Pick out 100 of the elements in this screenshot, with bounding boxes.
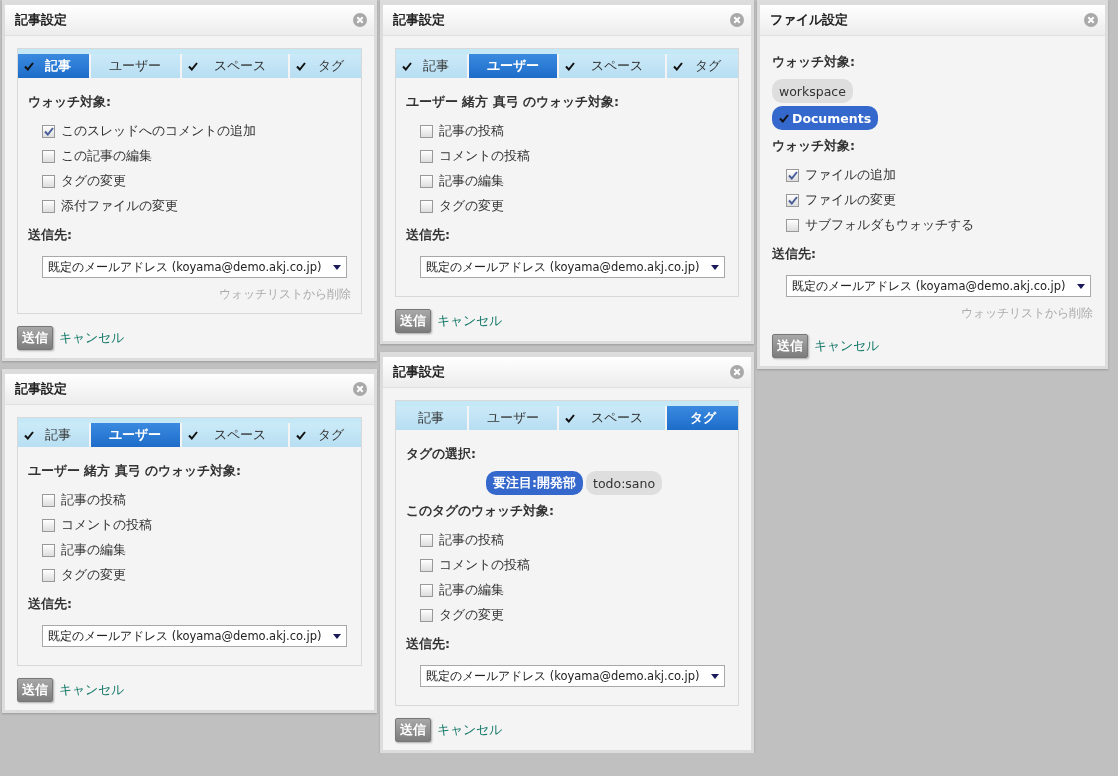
checkbox[interactable] — [420, 559, 433, 572]
tab[interactable]: スペース — [181, 54, 289, 78]
check-icon — [787, 171, 798, 180]
checkbox-label: ファイルの追加 — [805, 167, 896, 184]
section-heading: 送信先: — [406, 636, 451, 653]
check-icon — [187, 430, 198, 440]
checkbox[interactable] — [42, 519, 55, 532]
checkbox-label: タグの変更 — [61, 567, 126, 584]
check-icon — [402, 61, 412, 71]
check-icon — [187, 61, 198, 71]
tab[interactable]: ユーザー — [90, 54, 180, 78]
section-heading: 送信先: — [28, 227, 73, 244]
caret-icon — [711, 264, 719, 270]
section-heading: ウォッチ対象: — [28, 94, 112, 111]
close-icon[interactable] — [730, 13, 744, 27]
checkbox-label: サブフォルダもウォッチする — [805, 217, 974, 234]
checkbox[interactable] — [420, 200, 433, 213]
folder-chip[interactable]: 要注目:開発部 — [486, 471, 583, 495]
dialog-title: ファイル設定 — [770, 11, 848, 29]
checkbox-label: この記事の編集 — [61, 148, 152, 165]
checkbox[interactable] — [42, 125, 55, 138]
tab[interactable]: タグ — [290, 423, 361, 447]
checkbox[interactable] — [786, 219, 799, 232]
tab[interactable]: 記事 — [396, 406, 467, 430]
checkbox-label: コメントの投稿 — [61, 517, 152, 534]
checkbox-label: このスレッドへのコメントの追加 — [61, 123, 256, 140]
checkbox-label: コメントの投稿 — [439, 557, 530, 574]
checkbox[interactable] — [786, 194, 799, 207]
checkbox-label: 記事の投稿 — [61, 492, 126, 509]
section-heading: ユーザー 緒方 真弓 のウォッチ対象: — [28, 463, 243, 480]
tab[interactable]: 記事 — [18, 423, 89, 447]
dialog-title: 記事設定 — [15, 11, 67, 29]
checkbox-label: タグの変更 — [439, 607, 504, 624]
close-icon[interactable] — [353, 382, 367, 396]
tab[interactable]: スペース — [559, 406, 666, 430]
cancel-link[interactable]: キャンセル — [59, 329, 124, 347]
email-select[interactable]: 既定のメールアドレス (koyama@demo.akj.co.jp) — [42, 256, 347, 278]
checkbox[interactable] — [420, 150, 433, 163]
cancel-link[interactable]: キャンセル — [437, 312, 502, 330]
close-icon[interactable] — [1084, 13, 1098, 27]
checkbox-label: 記事の投稿 — [439, 123, 504, 140]
caret-icon — [711, 673, 719, 679]
checkbox[interactable] — [42, 150, 55, 163]
caret-icon — [1077, 283, 1085, 289]
section-heading: 送信先: — [772, 246, 817, 263]
tab[interactable]: ユーザー — [90, 423, 180, 447]
checkbox-label: コメントの投稿 — [439, 148, 530, 165]
section-heading: 送信先: — [28, 596, 73, 613]
tab[interactable]: スペース — [181, 423, 289, 447]
checkbox-label: タグの変更 — [61, 173, 126, 190]
cancel-link[interactable]: キャンセル — [59, 681, 124, 699]
checkbox[interactable] — [420, 609, 433, 622]
checkbox-label: 記事の編集 — [439, 582, 504, 599]
tab[interactable]: ユーザー — [468, 54, 558, 78]
checkbox[interactable] — [42, 544, 55, 557]
section-heading: ウォッチ対象: — [772, 54, 856, 71]
checkbox-label: 添付ファイルの変更 — [61, 198, 178, 215]
email-select[interactable]: 既定のメールアドレス (koyama@demo.akj.co.jp) — [420, 256, 725, 278]
tab[interactable]: ユーザー — [468, 406, 558, 430]
tab[interactable]: スペース — [559, 54, 666, 78]
checkbox[interactable] — [42, 569, 55, 582]
checkbox[interactable] — [786, 169, 799, 182]
tab[interactable]: 記事 — [18, 54, 89, 78]
checkbox[interactable] — [42, 200, 55, 213]
section-heading: このタグのウォッチ対象: — [406, 503, 555, 520]
cancel-link[interactable]: キャンセル — [814, 337, 879, 355]
dialog-title: 記事設定 — [393, 363, 445, 381]
tab[interactable]: タグ — [667, 54, 738, 78]
checkbox[interactable] — [420, 175, 433, 188]
section-heading: タグの選択: — [406, 446, 477, 463]
check-icon — [43, 127, 54, 136]
email-select[interactable]: 既定のメールアドレス (koyama@demo.akj.co.jp) — [786, 275, 1091, 297]
email-select[interactable]: 既定のメールアドレス (koyama@demo.akj.co.jp) — [42, 625, 347, 647]
folder-chip[interactable]: workspace — [772, 79, 853, 103]
caret-icon — [333, 633, 341, 639]
check-icon — [565, 61, 576, 71]
tab[interactable]: タグ — [667, 406, 738, 430]
check-icon — [296, 430, 307, 440]
checkbox-label: タグの変更 — [439, 198, 504, 215]
check-icon — [565, 413, 576, 423]
section-heading: 送信先: — [406, 227, 451, 244]
checkbox-label: 記事の編集 — [439, 173, 504, 190]
close-icon[interactable] — [353, 13, 367, 27]
checkbox[interactable] — [420, 125, 433, 138]
folder-chip[interactable]: Documents — [772, 106, 879, 130]
caret-icon — [333, 264, 341, 270]
email-select[interactable]: 既定のメールアドレス (koyama@demo.akj.co.jp) — [420, 665, 725, 687]
checkbox[interactable] — [42, 175, 55, 188]
cancel-link[interactable]: キャンセル — [437, 721, 502, 739]
checkbox[interactable] — [42, 494, 55, 507]
checkbox-label: 記事の投稿 — [439, 532, 504, 549]
tab[interactable]: タグ — [290, 54, 361, 78]
close-icon[interactable] — [730, 365, 744, 379]
checkbox[interactable] — [420, 534, 433, 547]
checkbox[interactable] — [420, 584, 433, 597]
tab[interactable]: 記事 — [396, 54, 467, 78]
dialog-title: 記事設定 — [15, 380, 67, 398]
folder-chip[interactable]: todo:sano — [586, 471, 663, 495]
check-icon — [24, 430, 34, 440]
checkbox-label: ファイルの変更 — [805, 192, 896, 209]
